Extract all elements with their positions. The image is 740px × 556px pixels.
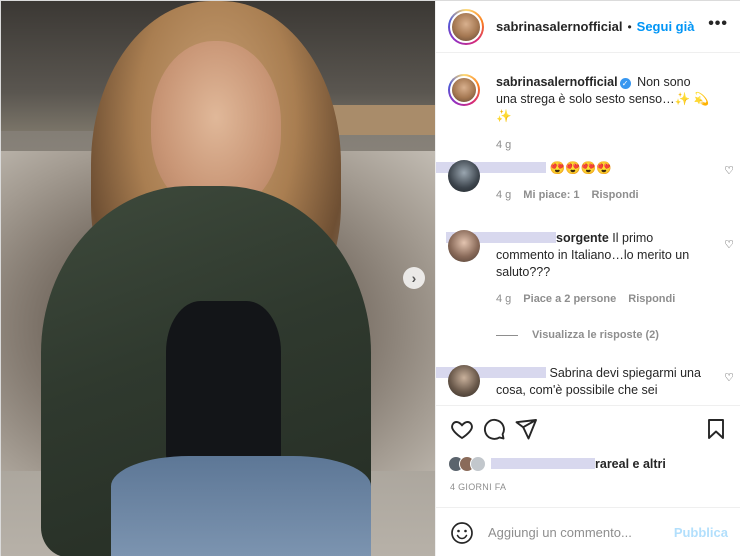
likes-summary[interactable]: rareal e altri (448, 454, 666, 474)
emoji-icon[interactable] (450, 521, 474, 545)
comment-likes[interactable]: Piace a 2 persone (523, 293, 616, 305)
comment-meta: 4 g Piace a 2 persone Rispondi (496, 293, 734, 305)
comment-icon (483, 418, 505, 440)
comment-age: 4 g (496, 293, 512, 305)
verified-icon: ✓ (619, 78, 631, 89)
comment-body: Sabrina devi spiegarmi una cosa, com'è p… (436, 365, 734, 399)
share-button[interactable] (510, 413, 542, 445)
comment-item: sorgente Il primo commento in Italiano…l… (446, 230, 734, 305)
save-button[interactable] (700, 413, 732, 445)
chevron-right-icon: › (411, 270, 417, 286)
more-icon[interactable]: ••• (708, 15, 728, 33)
caption-body: sabrinasalernofficial ✓ Non sono una stre… (496, 74, 734, 125)
comment-body: 😍😍😍😍 (436, 160, 734, 177)
comment-item: 😍😍😍😍 4 g Mi piace: 1 Rispondi ♡ (436, 160, 734, 201)
comment-text: 😍😍😍😍 (549, 161, 612, 175)
comment-input[interactable] (488, 525, 674, 540)
comment-username[interactable]: sorgente (556, 231, 609, 245)
commenter-avatar[interactable] (448, 365, 480, 397)
publish-button[interactable]: Pubblica (674, 525, 728, 540)
caption: sabrinasalernofficial ✓ Non sono una stre… (448, 74, 734, 151)
post-header: sabrinasalernofficial • Segui già ••• (436, 1, 740, 53)
instagram-post-window: › sabrinasalernofficial • Segui già ••• … (0, 0, 740, 556)
post-date: 4 GIORNI FA (450, 482, 507, 492)
comment-like-heart-icon[interactable]: ♡ (724, 164, 734, 177)
commenter-avatar[interactable] (448, 160, 480, 192)
caption-avatar[interactable] (448, 74, 480, 106)
separator-dot: • (627, 19, 632, 34)
action-bar (436, 405, 740, 451)
liker-name[interactable]: rareal (595, 457, 629, 471)
like-button[interactable] (446, 413, 478, 445)
comment-likes[interactable]: Mi piace: 1 (523, 189, 579, 201)
comment-body: sorgente Il primo commento in Italiano…l… (446, 230, 734, 281)
caption-meta: 4 g (496, 139, 734, 151)
comment-composer: Pubblica (436, 507, 740, 556)
bookmark-icon (708, 418, 724, 439)
next-photo-button[interactable]: › (403, 267, 425, 289)
author-avatar[interactable] (448, 8, 484, 45)
comments-list[interactable]: sabrinasalernofficial ✓ Non sono una stre… (436, 54, 740, 404)
reply-button[interactable]: Rispondi (592, 189, 639, 201)
author-username[interactable]: sabrinasalernofficial (496, 19, 622, 34)
comment-button[interactable] (478, 413, 510, 445)
comment-item: Sabrina devi spiegarmi una cosa, com'è p… (436, 365, 734, 399)
liker-avatar (470, 456, 486, 472)
reply-button[interactable]: Rispondi (628, 293, 675, 305)
comment-like-heart-icon[interactable]: ♡ (724, 371, 734, 384)
photo-subject-top (166, 301, 281, 471)
heart-icon (451, 420, 473, 439)
view-replies-label: Visualizza le risposte (2) (532, 329, 659, 341)
commenter-avatar[interactable] (448, 230, 480, 262)
photo-subject-jeans (111, 456, 371, 556)
view-replies-button[interactable]: Visualizza le risposte (2) (496, 329, 659, 341)
comment-age: 4 g (496, 189, 512, 201)
caption-username[interactable]: sabrinasalernofficial (496, 75, 618, 89)
comment-meta: 4 g Mi piace: 1 Rispondi (496, 189, 734, 201)
post-side-panel: sabrinasalernofficial • Segui già ••• sa… (435, 1, 740, 556)
replies-divider-line (496, 334, 518, 336)
comment-like-heart-icon[interactable]: ♡ (724, 238, 734, 251)
post-photo[interactable]: › (1, 1, 435, 556)
share-icon (515, 418, 537, 439)
caption-age: 4 g (496, 139, 512, 151)
redacted-username (491, 458, 595, 469)
likes-text: rareal e altri (491, 457, 666, 471)
likes-others[interactable]: e altri (633, 457, 666, 471)
follow-button[interactable]: Segui già (637, 19, 695, 34)
